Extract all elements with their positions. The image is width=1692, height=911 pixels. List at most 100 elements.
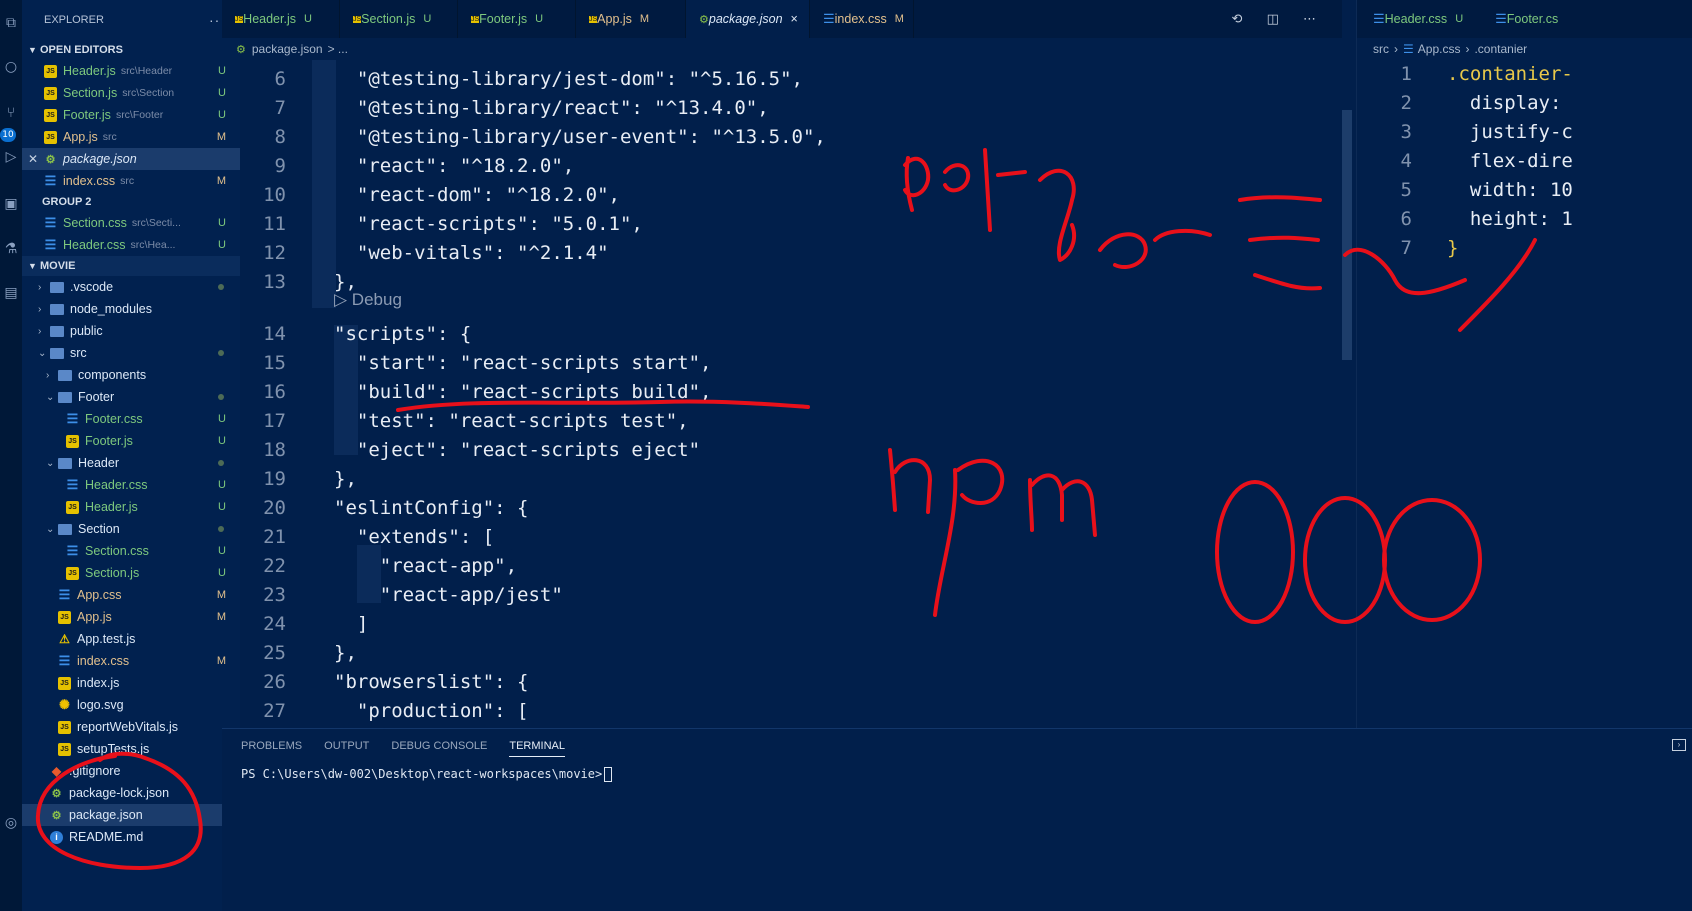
extensions-icon[interactable]: ▣ bbox=[2, 195, 20, 213]
open-editor-item[interactable]: JS App.js src M bbox=[22, 126, 240, 148]
panel-tab-output[interactable]: OUTPUT bbox=[324, 736, 369, 756]
open-editors-header[interactable]: ▼ OPEN EDITORS bbox=[22, 40, 240, 60]
code-line[interactable]: 18 "eject": "react-scripts eject" bbox=[222, 436, 1342, 465]
code-line[interactable]: 11 "react-scripts": "5.0.1", bbox=[222, 210, 1342, 239]
code-line[interactable]: 21 "extends": [ bbox=[222, 523, 1342, 552]
tree-item[interactable]: ⚙ package-lock.json bbox=[22, 782, 240, 804]
code-line[interactable]: 27 "production": [ bbox=[222, 697, 1342, 726]
right-breadcrumb-file[interactable]: App.css bbox=[1418, 42, 1461, 56]
tree-item[interactable]: › node_modules bbox=[22, 298, 240, 320]
open-editor-item[interactable]: ☰ index.css src M bbox=[22, 170, 240, 192]
maximize-panel-icon[interactable]: › bbox=[1672, 739, 1686, 751]
code-line[interactable]: 12 "web-vitals": "^2.1.4" bbox=[222, 239, 1342, 268]
tree-item[interactable]: › .vscode bbox=[22, 276, 240, 298]
right-code-line[interactable]: 1 .contanier- bbox=[1357, 60, 1692, 89]
right-code-line[interactable]: 7} bbox=[1357, 234, 1692, 263]
code-line[interactable]: 26 "browserslist": { bbox=[222, 668, 1342, 697]
tree-item[interactable]: JS Section.js U bbox=[22, 562, 240, 584]
open-editor-item[interactable]: ☰ Section.css src\Secti... U bbox=[22, 212, 240, 234]
right-code-line[interactable]: 5 width: 10 bbox=[1357, 176, 1692, 205]
search-icon[interactable]: ○ bbox=[2, 58, 20, 76]
tab-label: Header.js bbox=[243, 12, 296, 26]
right-breadcrumb-symbol[interactable]: .contanier bbox=[1474, 42, 1527, 56]
tree-item[interactable]: ◆ .gitignore bbox=[22, 760, 240, 782]
tree-item[interactable]: JS reportWebVitals.js bbox=[22, 716, 240, 738]
right-tab-footer-cs[interactable]: ☰ Footer.cs bbox=[1479, 0, 1582, 38]
tree-item[interactable]: ⚙ package.json bbox=[22, 804, 240, 826]
open-editor-item[interactable]: ✕ ⚙ package.json bbox=[22, 148, 240, 170]
code-editor[interactable]: 6 "@testing-library/jest-dom": "^5.16.5"… bbox=[222, 60, 1342, 728]
panel-tab-debug-console[interactable]: DEBUG CONSOLE bbox=[391, 736, 487, 756]
right-tab-header-css[interactable]: ☰ Header.css U bbox=[1357, 0, 1479, 38]
open-editor-item[interactable]: JS Header.js src\Header U bbox=[22, 60, 240, 82]
tree-item[interactable]: ☰ index.css M bbox=[22, 650, 240, 672]
tab-index-css[interactable]: ☰ index.css M bbox=[810, 0, 914, 38]
terminal[interactable]: PS C:\Users\dw-002\Desktop\react-workspa… bbox=[222, 767, 1692, 782]
close-icon[interactable]: × bbox=[791, 12, 798, 26]
tree-item[interactable]: JS setupTests.js bbox=[22, 738, 240, 760]
code-line[interactable]: 9 "react": "^18.2.0", bbox=[222, 152, 1342, 181]
chevron-down-icon: ⌄ bbox=[38, 347, 47, 359]
tree-item[interactable]: ⌄ Section bbox=[22, 518, 240, 540]
right-code-line[interactable]: 2 display: bbox=[1357, 89, 1692, 118]
right-code-line[interactable]: 6 height: 1 bbox=[1357, 205, 1692, 234]
tree-item[interactable]: › components bbox=[22, 364, 240, 386]
breadcrumb-rest[interactable]: > ... bbox=[328, 42, 348, 56]
open-editor-item[interactable]: ☰ Header.css src\Hea... U bbox=[22, 234, 240, 256]
run-debug-icon[interactable]: ▷ bbox=[2, 148, 20, 166]
open-editor-item[interactable]: JS Section.js src\Section U bbox=[22, 82, 240, 104]
code-line[interactable]: 17 "test": "react-scripts test", bbox=[222, 407, 1342, 436]
tree-item[interactable]: › public bbox=[22, 320, 240, 342]
panel-tab-problems[interactable]: PROBLEMS bbox=[241, 736, 302, 756]
code-line[interactable]: 8 "@testing-library/user-event": "^13.5.… bbox=[222, 123, 1342, 152]
code-line[interactable]: 14 "scripts": { bbox=[222, 320, 1342, 349]
source-control-icon[interactable]: ⑂ bbox=[2, 104, 20, 122]
files-icon[interactable]: ⧉ bbox=[2, 14, 20, 32]
code-line[interactable]: 16 "build": "react-scripts build", bbox=[222, 378, 1342, 407]
line-number: 15 bbox=[263, 352, 286, 374]
breadcrumb-file[interactable]: package.json bbox=[252, 42, 323, 56]
tree-item[interactable]: ☰ Section.css U bbox=[22, 540, 240, 562]
code-line[interactable]: 24 ] bbox=[222, 610, 1342, 639]
tree-item[interactable]: ⌄ Header bbox=[22, 452, 240, 474]
tree-item[interactable]: i README.md bbox=[22, 826, 240, 848]
remote-explorer-icon[interactable]: ▤ bbox=[2, 284, 20, 302]
account-icon[interactable]: ◎ bbox=[2, 814, 20, 832]
tree-item[interactable]: ☰ Header.css U bbox=[22, 474, 240, 496]
tree-item[interactable]: ✺ logo.svg bbox=[22, 694, 240, 716]
right-breadcrumb-folder[interactable]: src bbox=[1373, 42, 1389, 56]
tab-section-js[interactable]: JS Section.js U bbox=[340, 0, 458, 38]
tree-item[interactable]: ☰ App.css M bbox=[22, 584, 240, 606]
panel-tab-terminal[interactable]: TERMINAL bbox=[509, 736, 565, 757]
code-line[interactable]: 25}, bbox=[222, 639, 1342, 668]
tree-item[interactable]: JS App.js M bbox=[22, 606, 240, 628]
code-line[interactable]: 6 "@testing-library/jest-dom": "^5.16.5"… bbox=[222, 65, 1342, 94]
right-code-line[interactable]: 3 justify-c bbox=[1357, 118, 1692, 147]
tree-item[interactable]: ☰ Footer.css U bbox=[22, 408, 240, 430]
project-header[interactable]: ▼ MOVIE bbox=[22, 256, 240, 276]
close-icon[interactable]: ✕ bbox=[28, 152, 44, 166]
right-code-line[interactable]: 4 flex-dire bbox=[1357, 147, 1692, 176]
code-line[interactable]: 10 "react-dom": "^18.2.0", bbox=[222, 181, 1342, 210]
tab-header-js[interactable]: JS Header.js U bbox=[222, 0, 340, 38]
code-line[interactable]: 19}, bbox=[222, 465, 1342, 494]
tree-item[interactable]: ⌄ src bbox=[22, 342, 240, 364]
tree-item[interactable]: ⚠ App.test.js bbox=[22, 628, 240, 650]
code-line[interactable]: 15 "start": "react-scripts start", bbox=[222, 349, 1342, 378]
testing-icon[interactable]: ⚗ bbox=[2, 240, 20, 258]
code-line[interactable]: 20 "eslintConfig": { bbox=[222, 494, 1342, 523]
tree-item[interactable]: ⌄ Footer bbox=[22, 386, 240, 408]
code-line[interactable]: 23 "react-app/jest" bbox=[222, 581, 1342, 610]
tree-item[interactable]: JS index.js bbox=[22, 672, 240, 694]
tab-app-js[interactable]: JS App.js M bbox=[576, 0, 686, 38]
editor-scrollbar[interactable] bbox=[1342, 110, 1352, 360]
tab-package-json[interactable]: ⚙ package.json × bbox=[686, 0, 810, 38]
code-line[interactable]: 7 "@testing-library/react": "^13.4.0", bbox=[222, 94, 1342, 123]
debug-codelens[interactable]: ▷ Debug bbox=[334, 290, 402, 310]
tree-item[interactable]: JS Header.js U bbox=[22, 496, 240, 518]
open-editor-item[interactable]: JS Footer.js src\Footer U bbox=[22, 104, 240, 126]
tab-footer-js[interactable]: JS Footer.js U bbox=[458, 0, 576, 38]
tree-item[interactable]: JS Footer.js U bbox=[22, 430, 240, 452]
editor-actions[interactable]: ⟲ ◫ ⋯ bbox=[1232, 12, 1326, 27]
code-line[interactable]: 22 "react-app", bbox=[222, 552, 1342, 581]
